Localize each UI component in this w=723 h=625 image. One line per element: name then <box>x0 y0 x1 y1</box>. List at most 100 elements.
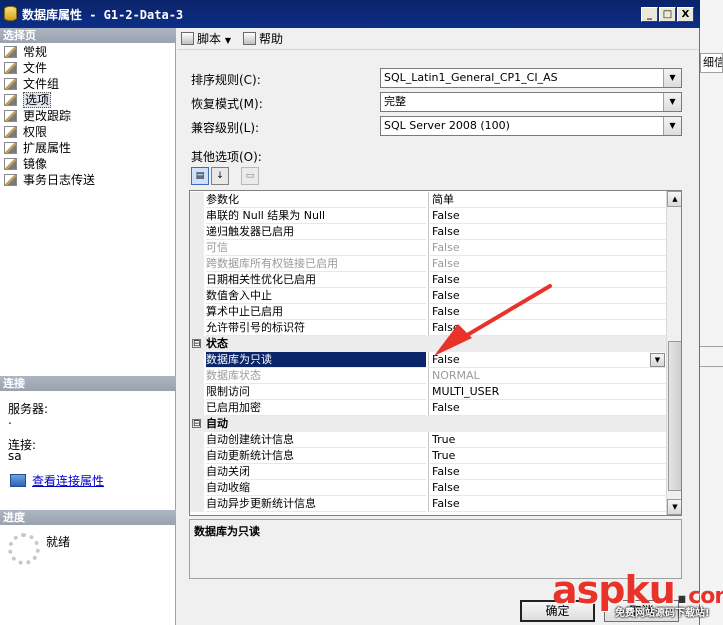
nav-item-extended-properties[interactable]: 扩展属性 <box>4 140 71 156</box>
script-button[interactable]: 脚本 ▼ <box>181 31 231 47</box>
nav-item-log-shipping[interactable]: 事务日志传送 <box>4 172 95 188</box>
page-icon <box>4 142 17 154</box>
property-pages-icon[interactable]: ▭ <box>241 167 259 185</box>
collation-select[interactable]: SQL_Latin1_General_CP1_CI_AS ▼ <box>380 68 682 88</box>
minimize-button[interactable]: _ <box>641 7 658 22</box>
recovery-model-label: 恢复模式(M): <box>191 97 263 111</box>
property-row[interactable]: 自动异步更新统计信息 False <box>190 496 666 512</box>
property-value[interactable]: False <box>428 224 666 240</box>
recovery-model-select[interactable]: 完整 ▼ <box>380 92 682 112</box>
chevron-down-icon[interactable]: ▼ <box>663 117 681 135</box>
page-icon <box>4 78 17 90</box>
property-name: 数值舍入中止 <box>206 288 426 304</box>
row-gutter <box>190 320 204 336</box>
help-button[interactable]: 帮助 <box>243 31 283 47</box>
property-name: 数据库为只读 <box>206 352 426 368</box>
property-value: False <box>428 240 666 256</box>
property-value[interactable]: False <box>428 208 666 224</box>
property-name: 可信 <box>206 240 426 256</box>
row-gutter <box>190 240 204 256</box>
property-value[interactable]: True <box>428 432 666 448</box>
scroll-down-icon[interactable]: ▼ <box>667 499 681 515</box>
row-gutter <box>190 448 204 464</box>
property-row[interactable]: 递归触发器已启用 False <box>190 224 666 240</box>
grid-scrollbar[interactable]: ▲ ▼ <box>666 191 681 515</box>
chevron-down-icon[interactable]: ▼ <box>663 93 681 111</box>
property-name: 已启用加密 <box>206 400 426 416</box>
close-button[interactable]: X <box>677 7 694 22</box>
scroll-up-icon[interactable]: ▲ <box>667 191 681 207</box>
nav-item-permissions[interactable]: 权限 <box>4 124 47 140</box>
select-page-header: 选择页 <box>0 28 176 43</box>
connection-header: 连接 <box>0 376 176 391</box>
property-row[interactable]: 自动收缩 False <box>190 480 666 496</box>
background-divider <box>700 366 723 367</box>
property-row[interactable]: 跨数据库所有权链接已启用 False <box>190 256 666 272</box>
help-icon <box>243 32 256 45</box>
description-title: 数据库为只读 <box>194 525 260 538</box>
property-name: 算术中止已启用 <box>206 304 426 320</box>
property-value[interactable]: MULTI_USER <box>428 384 666 400</box>
row-gutter <box>190 352 204 368</box>
nav-item-options[interactable]: 选项 <box>4 92 52 108</box>
nav-item-files[interactable]: 文件 <box>4 60 47 76</box>
property-row[interactable]: 限制访问 MULTI_USER <box>190 384 666 400</box>
property-value[interactable]: True <box>428 448 666 464</box>
property-row[interactable]: 串联的 Null 结果为 Null False <box>190 208 666 224</box>
property-value[interactable]: 简单 <box>428 192 666 208</box>
view-connection-properties-link[interactable]: 查看连接属性 <box>32 472 104 489</box>
property-name: 自动关闭 <box>206 464 426 480</box>
property-row[interactable]: 自动创建统计信息 True <box>190 432 666 448</box>
title-bar[interactable]: 数据库属性 - G1-2-Data-3 _ □ X <box>0 0 700 28</box>
row-gutter <box>190 304 204 320</box>
property-value[interactable]: False <box>428 464 666 480</box>
row-gutter <box>190 384 204 400</box>
nav-item-change-tracking[interactable]: 更改跟踪 <box>4 108 71 124</box>
property-row[interactable]: 自动关闭 False <box>190 464 666 480</box>
property-row[interactable]: 已启用加密 False <box>190 400 666 416</box>
property-value[interactable]: False <box>428 496 666 512</box>
nav-item-label: 选项 <box>23 92 52 108</box>
collapse-icon[interactable]: ⊟ <box>192 339 201 349</box>
compatibility-level-label: 兼容级别(L): <box>191 121 260 135</box>
property-row[interactable]: 可信 False <box>190 240 666 256</box>
property-value[interactable]: False <box>428 480 666 496</box>
property-name: 允许带引号的标识符 <box>206 320 426 336</box>
scroll-thumb[interactable] <box>668 341 681 491</box>
page-icon <box>4 62 17 74</box>
background-divider <box>700 346 723 347</box>
categorized-icon[interactable]: ▤ <box>191 167 209 185</box>
connection-properties-icon <box>10 474 26 487</box>
collapse-icon[interactable]: ⊟ <box>192 419 201 429</box>
property-name: 跨数据库所有权链接已启用 <box>206 256 426 272</box>
property-row[interactable]: 数据库状态 NORMAL <box>190 368 666 384</box>
chevron-down-icon[interactable]: ▼ <box>663 69 681 87</box>
row-gutter <box>190 192 204 208</box>
row-gutter <box>190 480 204 496</box>
nav-item-general[interactable]: 常规 <box>4 44 47 60</box>
row-gutter <box>190 272 204 288</box>
database-properties-dialog: 数据库属性 - G1-2-Data-3 _ □ X 选择页 常规 文件 文件组 … <box>0 0 723 625</box>
property-row[interactable]: 自动更新统计信息 True <box>190 448 666 464</box>
property-name: 限制访问 <box>206 384 426 400</box>
nav-item-filegroups[interactable]: 文件组 <box>4 76 59 92</box>
category-name: 自动 <box>206 417 228 430</box>
chevron-down-icon[interactable]: ▼ <box>650 353 665 367</box>
grid-toolbar: ▤ ↓ ▭ <box>189 165 264 186</box>
progress-status: 就绪 <box>46 535 71 549</box>
sort-alphabetical-icon[interactable]: ↓ <box>211 167 229 185</box>
window-title: 数据库属性 - G1-2-Data-3 <box>22 8 184 22</box>
nav-item-mirroring[interactable]: 镜像 <box>4 156 47 172</box>
category-row-auto[interactable]: ⊟ 自动 <box>190 416 666 432</box>
maximize-button[interactable]: □ <box>659 7 676 22</box>
property-name: 自动异步更新统计信息 <box>206 496 426 512</box>
page-icon <box>4 94 17 106</box>
nav-item-label: 事务日志传送 <box>23 173 96 187</box>
property-row[interactable]: 参数化 简单 <box>190 192 666 208</box>
property-value[interactable]: False <box>428 400 666 416</box>
toolbar: 脚本 ▼ 帮助 <box>177 28 699 50</box>
property-name: 自动创建统计信息 <box>206 432 426 448</box>
compatibility-level-select[interactable]: SQL Server 2008 (100) ▼ <box>380 116 682 136</box>
nav-item-label: 镜像 <box>23 157 48 171</box>
recovery-model-value: 完整 <box>384 95 406 108</box>
